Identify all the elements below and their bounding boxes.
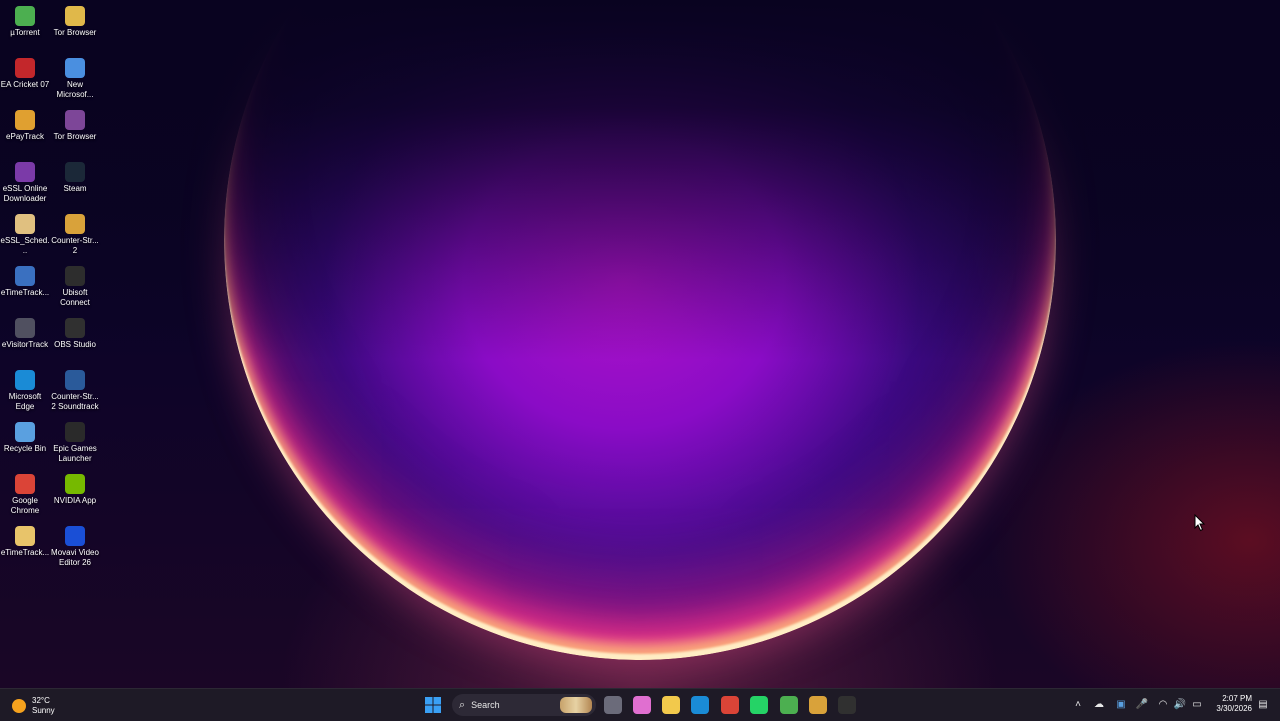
sun-icon [12,699,26,713]
desktop-icon-ubisoft[interactable]: Ubisoft Connect [50,262,100,308]
desktop-icon-label: Epic Games Launcher [53,444,97,463]
desktop-icon-label: Steam [63,184,87,193]
chrome-button[interactable] [721,696,739,714]
security-icon[interactable]: ▣ [1114,698,1128,712]
notification-icon[interactable]: ▤ [1256,698,1270,712]
cricket-icon [15,58,35,78]
whatsapp-button[interactable] [750,696,768,714]
utorrent-button[interactable] [780,696,798,714]
epaytrack-icon [15,110,35,130]
soundtrack-icon [65,370,85,390]
desktop-icon-label: Tor Browser [53,132,97,141]
epic-games-icon [65,422,85,442]
windows-icon [425,697,441,713]
clock-time: 2:07 PM [1222,694,1252,703]
desktop-icon-label: OBS Studio [54,340,96,349]
clock-date: 3/30/2026 [1216,704,1252,713]
desktop-icon-movavi[interactable]: Movavi Video Editor 26 [50,522,100,568]
system-clock[interactable]: 2:07 PM 3/30/2026 [1206,694,1252,714]
utorrent-icon [15,6,35,26]
desktop-icon-cricket[interactable]: EA Cricket 07 [0,54,50,90]
chevron-up-icon[interactable]: ˄ [1071,698,1085,712]
desktop-icon-nvidia[interactable]: NVIDIA App [50,470,100,506]
desktop-icon-label: Counter-Str... 2 Soundtrack [51,392,99,411]
essl-icon [15,162,35,182]
desktop-icon-label: Ubisoft Connect [60,288,90,307]
desktop-icon-label: eSSL_Sched... [0,236,50,255]
desktop-icon-label: Google Chrome [10,496,40,515]
microphone-icon[interactable]: 🎤 [1135,698,1149,712]
desktop-icon-label: Tor Browser [53,28,97,37]
desktop-icon-steam[interactable]: Steam [50,158,100,194]
volume-icon[interactable]: 🔊 [1173,698,1187,712]
desktop-icon-evisitor[interactable]: eVisitorTrack [0,314,50,350]
etimetrack-folder-icon [15,526,35,546]
tor-browser-icon [65,110,85,130]
desktop-icon-scheduler[interactable]: eSSL_Sched... [0,210,50,256]
onedrive-icon[interactable]: ☁ [1092,698,1106,712]
wifi-icon[interactable]: ◠ [1156,698,1170,712]
desktop-icon-document[interactable]: New Microsof... [50,54,100,100]
desktop-icon-label: Movavi Video Editor 26 [51,548,99,567]
desktop-icon-label: eTimeTrack... [0,548,50,557]
desktop-icon-label: µTorrent [10,28,40,37]
desktop-icon-label: Recycle Bin [3,444,47,453]
desktop-icon-label: eTimeTrack... [0,288,50,297]
desktop-icon-label: Counter-Str... 2 [51,236,99,255]
cs2-button[interactable] [809,696,827,714]
steam-icon [65,162,85,182]
desktop-icon-tor-browser[interactable]: Tor Browser [50,106,100,142]
copilot-button[interactable] [633,696,651,714]
desktop-icon-recycle-bin[interactable]: Recycle Bin [0,418,50,454]
file-explorer-button[interactable] [662,696,680,714]
cs2-icon [65,214,85,234]
battery-icon[interactable]: ▭ [1190,698,1204,712]
task-view-button[interactable] [604,696,622,714]
tor-folder-icon [65,6,85,26]
desktop-icon-label: NVIDIA App [53,496,97,505]
search-highlight-icon [560,697,592,713]
recycle-bin-icon [15,422,35,442]
document-icon [65,58,85,78]
evisitor-icon [15,318,35,338]
desktop-icon-essl[interactable]: eSSL Online Downloader [0,158,50,204]
nvidia-icon [65,474,85,494]
desktop-icon-edge[interactable]: Microsoft Edge [0,366,50,412]
desktop-icon-label: EA Cricket 07 [0,80,50,89]
search-placeholder: Search [471,700,500,710]
movavi-icon [65,526,85,546]
weather-temperature: 32°C [32,696,50,705]
desktop-icon-utorrent[interactable]: µTorrent [0,2,50,38]
edge-button[interactable] [691,696,709,714]
taskbar-search[interactable]: ⌕ Search [452,694,596,716]
desktop-icon-soundtrack[interactable]: Counter-Str... 2 Soundtrack [50,366,100,412]
desktop-icon-etimetrack[interactable]: eTimeTrack... [0,262,50,298]
etimetrack-icon [15,266,35,286]
desktop-icon-label: Microsoft Edge [8,392,42,411]
weather-condition: Sunny [32,706,55,715]
chrome-icon [15,474,35,494]
desktop-icon-label: eSSL Online Downloader [2,184,48,203]
ubisoft-icon [65,266,85,286]
desktop-icon-label: eVisitorTrack [1,340,49,349]
desktop-icon-cs2[interactable]: Counter-Str... 2 [50,210,100,256]
taskbar: 32°C Sunny ⌕ Search ˄ ☁ ▣ 🎤 ◠ 🔊 ▭ 2:07 P… [0,688,1280,721]
edge-icon [15,370,35,390]
obs-button[interactable] [838,696,856,714]
desktop-icon-label: ePayTrack [6,132,44,141]
desktop-icon-obs[interactable]: OBS Studio [50,314,100,350]
desktop-icon-chrome[interactable]: Google Chrome [0,470,50,516]
desktop-icon-epic-games[interactable]: Epic Games Launcher [50,418,100,464]
weather-widget[interactable]: 32°C Sunny [12,696,55,716]
start-button[interactable] [424,696,442,714]
desktop-icon-etimetrack-folder[interactable]: eTimeTrack... [0,522,50,558]
desktop-icon-epaytrack[interactable]: ePayTrack [0,106,50,142]
desktop-wallpaper [0,0,1280,688]
desktop-icon-tor-folder[interactable]: Tor Browser [50,2,100,38]
desktop-icon-label: New Microsof... [56,80,94,99]
obs-icon [65,318,85,338]
scheduler-icon [15,214,35,234]
search-icon: ⌕ [459,698,466,711]
